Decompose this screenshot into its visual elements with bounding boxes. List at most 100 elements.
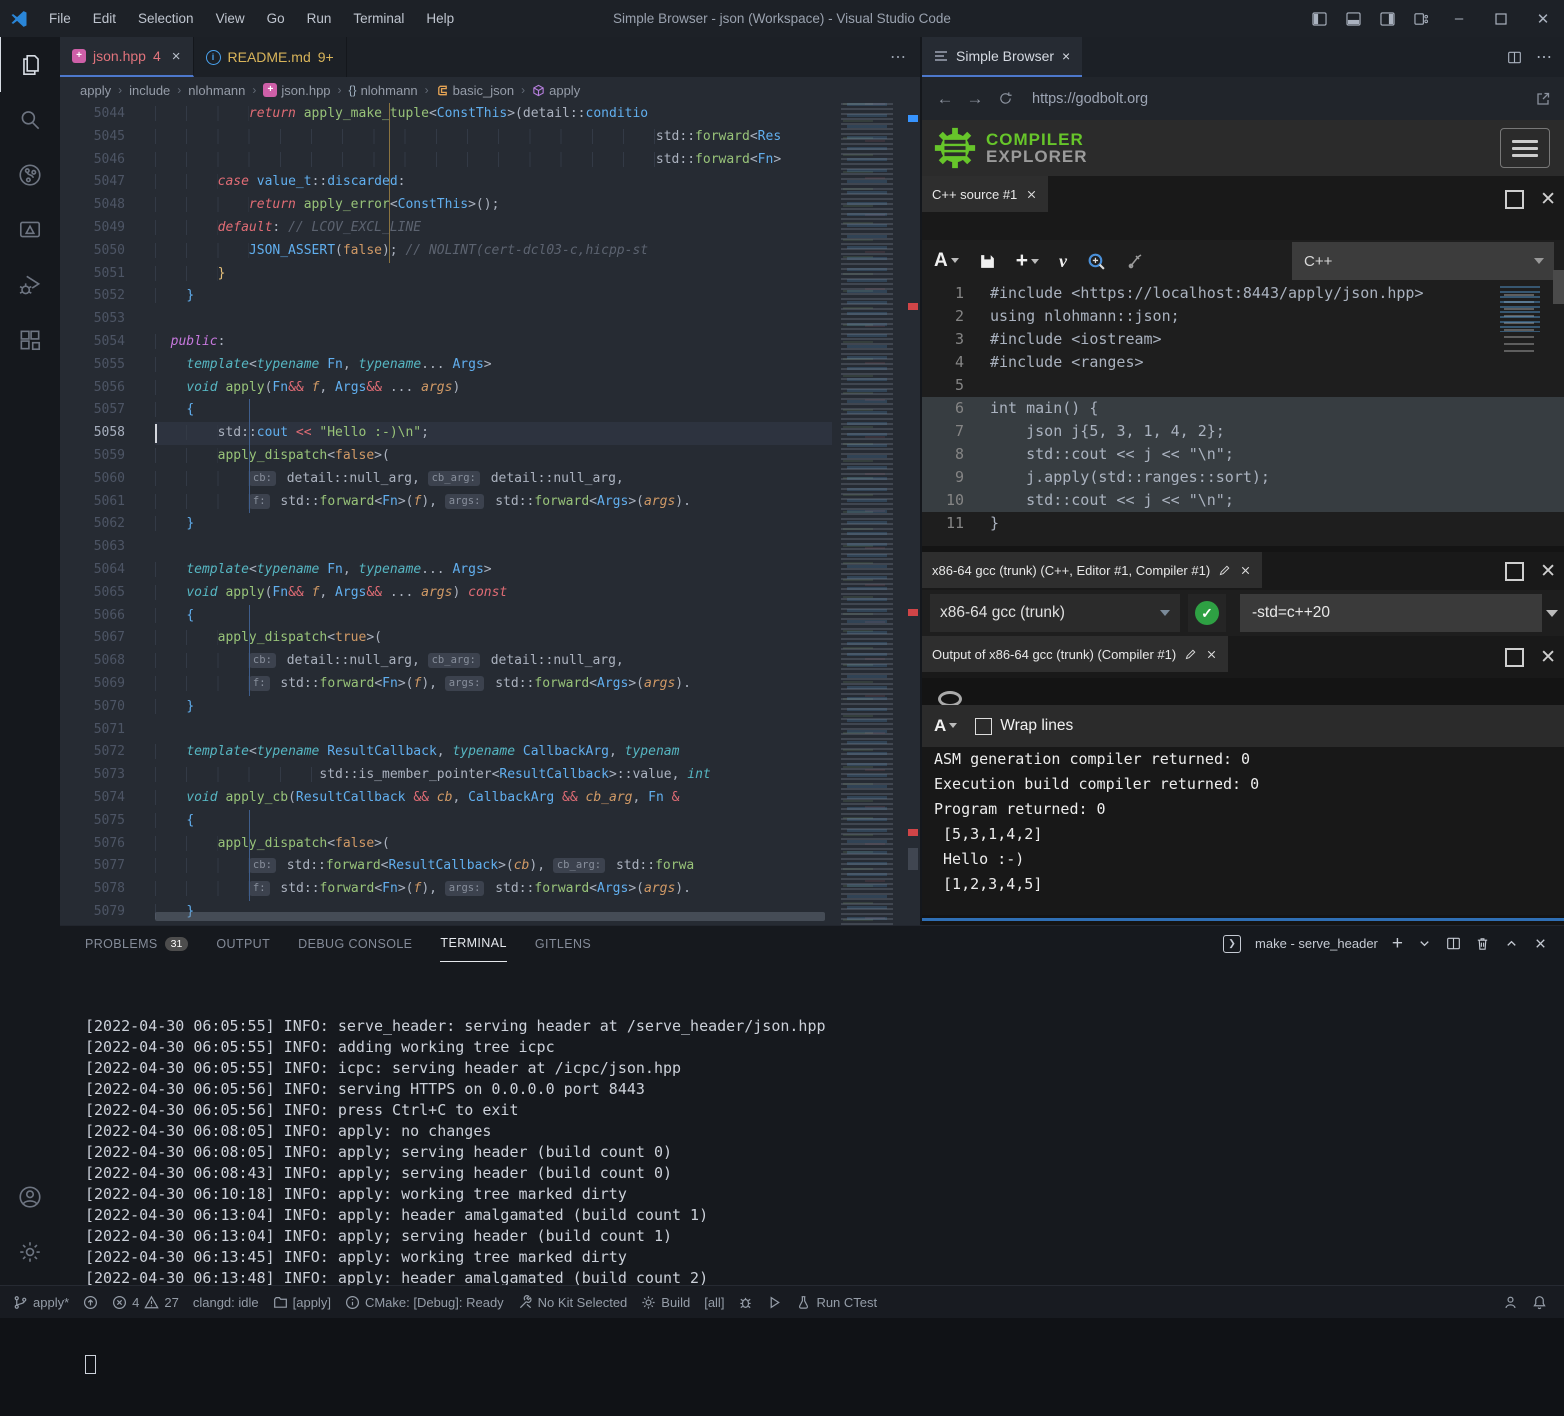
status-cmake-status[interactable]: CMake: [Debug]: Ready	[338, 1286, 511, 1318]
maximize-panel-icon[interactable]	[1504, 936, 1519, 951]
language-select[interactable]: C++	[1292, 242, 1554, 280]
breadcrumb-item[interactable]: apply	[80, 83, 111, 98]
menu-view[interactable]: View	[205, 11, 256, 26]
menu-go[interactable]: Go	[256, 11, 296, 26]
source-pane-tab[interactable]: C++ source #1	[922, 176, 1048, 212]
close-tab-icon[interactable]: ×	[172, 48, 181, 65]
options-dropdown-icon[interactable]	[1546, 610, 1558, 617]
save-icon[interactable]	[979, 253, 996, 270]
breadcrumb-item[interactable]: basic_json	[436, 83, 514, 98]
split-editor-icon[interactable]	[1507, 50, 1522, 65]
font-size-button[interactable]: A	[934, 250, 959, 272]
url-input[interactable]: https://godbolt.org	[1022, 85, 1526, 113]
maximize-pane-icon[interactable]	[1505, 562, 1524, 581]
compiler-select[interactable]: x86-64 gcc (trunk)	[930, 594, 1180, 632]
layout-panel-icon[interactable]	[1336, 0, 1370, 37]
extensions-icon[interactable]	[0, 312, 60, 367]
cmake-icon[interactable]	[0, 202, 60, 257]
close-window-button[interactable]: ✕	[1522, 0, 1564, 37]
panel-tab-gitlens[interactable]: GITLENS	[535, 926, 591, 961]
close-pane-icon[interactable]: ✕	[1540, 650, 1556, 665]
editor-more-actions-icon[interactable]: ⋯	[890, 47, 920, 67]
layout-sidebar-left-icon[interactable]	[1302, 0, 1336, 37]
godbolt-source-editor[interactable]: 1#include <https://localhost:8443/apply/…	[922, 282, 1564, 546]
wrap-lines-checkbox[interactable]	[975, 718, 992, 735]
godbolt-scrollbar[interactable]	[1553, 270, 1564, 304]
status-problems[interactable]: 427	[105, 1286, 186, 1318]
compiler-options-input[interactable]: -std=c++20	[1240, 594, 1542, 632]
close-pane-icon[interactable]: ✕	[1540, 192, 1556, 207]
reload-icon[interactable]	[992, 86, 1018, 112]
close-pane-icon[interactable]: ✕	[1540, 564, 1556, 579]
settings-gear-icon[interactable]	[0, 1224, 60, 1279]
minimap[interactable]	[835, 103, 905, 925]
tab-simple-browser[interactable]: Simple Browser ×	[922, 37, 1082, 77]
source-control-icon[interactable]	[0, 147, 60, 202]
vim-mode-icon[interactable]: v	[1059, 251, 1067, 272]
layout-sidebar-right-icon[interactable]	[1370, 0, 1404, 37]
font-size-button[interactable]: A	[934, 716, 957, 736]
panel-tab-terminal[interactable]: TERMINAL	[440, 926, 506, 962]
breadcrumb-item[interactable]: include	[129, 83, 170, 98]
close-icon[interactable]	[1025, 188, 1038, 201]
menu-help[interactable]: Help	[415, 11, 465, 26]
status-launch[interactable]	[760, 1286, 789, 1318]
status-publish[interactable]	[76, 1286, 105, 1318]
panel-tab-output[interactable]: OUTPUT	[216, 926, 270, 961]
breadcrumb-item[interactable]: nlohmann	[188, 83, 245, 98]
minimize-button[interactable]: –	[1438, 0, 1480, 37]
status-ctest[interactable]: Run CTest	[789, 1286, 884, 1318]
add-pane-button[interactable]: +	[1016, 249, 1039, 273]
new-terminal-icon[interactable]: +	[1392, 933, 1403, 955]
close-tab-icon[interactable]: ×	[1062, 48, 1070, 64]
status-kit[interactable]: No Kit Selected	[511, 1286, 635, 1318]
panel-tab-problems[interactable]: PROBLEMS31	[85, 926, 188, 961]
status-notifications[interactable]	[1525, 1295, 1554, 1310]
status-feedback[interactable]	[1496, 1295, 1525, 1310]
open-external-icon[interactable]	[1530, 86, 1556, 112]
quick-bench-icon[interactable]	[1126, 252, 1144, 270]
menu-terminal[interactable]: Terminal	[342, 11, 415, 26]
menu-file[interactable]: File	[38, 11, 82, 26]
status-clangd[interactable]: clangd: idle	[186, 1286, 266, 1318]
status-build-target[interactable]: [all]	[697, 1286, 731, 1318]
terminal-dropdown-icon[interactable]	[1417, 936, 1432, 951]
compiler-pane-tab[interactable]: x86-64 gcc (trunk) (C++, Editor #1, Comp…	[922, 552, 1262, 588]
tab-readme.md[interactable]: iREADME.md 9+	[194, 37, 347, 77]
panel-tab-debug-console[interactable]: DEBUG CONSOLE	[298, 926, 412, 961]
menu-selection[interactable]: Selection	[127, 11, 205, 26]
output-pane-tab[interactable]: Output of x86-64 gcc (trunk) (Compiler #…	[922, 636, 1228, 672]
customize-layout-icon[interactable]	[1404, 0, 1438, 37]
split-terminal-icon[interactable]	[1446, 936, 1461, 951]
hamburger-menu-icon[interactable]	[1500, 128, 1550, 168]
breadcrumb-item[interactable]: +json.hpp	[263, 83, 330, 98]
menu-edit[interactable]: Edit	[82, 11, 127, 26]
maximize-pane-icon[interactable]	[1505, 648, 1524, 667]
program-output[interactable]: ASM generation compiler returned: 0Execu…	[922, 747, 1564, 915]
status-cmake-project[interactable]: [apply]	[266, 1286, 338, 1318]
zoom-icon[interactable]	[1087, 252, 1106, 271]
explorer-icon[interactable]	[0, 37, 61, 92]
status-build[interactable]: Build	[634, 1286, 697, 1318]
close-panel-icon[interactable]	[1533, 936, 1548, 951]
code-editor[interactable]: 5044 return apply_make_tuple<ConstThis>(…	[60, 103, 920, 925]
edit-icon[interactable]	[1184, 648, 1197, 661]
horizontal-scrollbar[interactable]	[155, 912, 825, 921]
status-debug[interactable]	[731, 1286, 760, 1318]
terminal-title[interactable]: make - serve_header	[1255, 936, 1378, 951]
search-icon[interactable]	[0, 92, 60, 147]
breadcrumb[interactable]: apply›include›nlohmann›+json.hpp›{}nlohm…	[60, 77, 920, 103]
accounts-icon[interactable]	[0, 1169, 60, 1224]
breadcrumb-item[interactable]: apply	[532, 83, 580, 98]
close-icon[interactable]	[1205, 648, 1218, 661]
breadcrumb-item[interactable]: {}nlohmann	[349, 83, 418, 98]
tab-json.hpp[interactable]: +json.hpp 4×	[60, 37, 194, 77]
overview-slider[interactable]	[908, 848, 918, 870]
forward-icon[interactable]: →	[962, 86, 988, 112]
browser-more-actions-icon[interactable]: ⋯	[1536, 47, 1552, 67]
status-branch[interactable]: apply*	[6, 1286, 76, 1318]
kill-terminal-icon[interactable]	[1475, 936, 1490, 951]
run-debug-icon[interactable]	[0, 257, 60, 312]
maximize-pane-icon[interactable]	[1505, 190, 1524, 209]
back-icon[interactable]: ←	[932, 86, 958, 112]
